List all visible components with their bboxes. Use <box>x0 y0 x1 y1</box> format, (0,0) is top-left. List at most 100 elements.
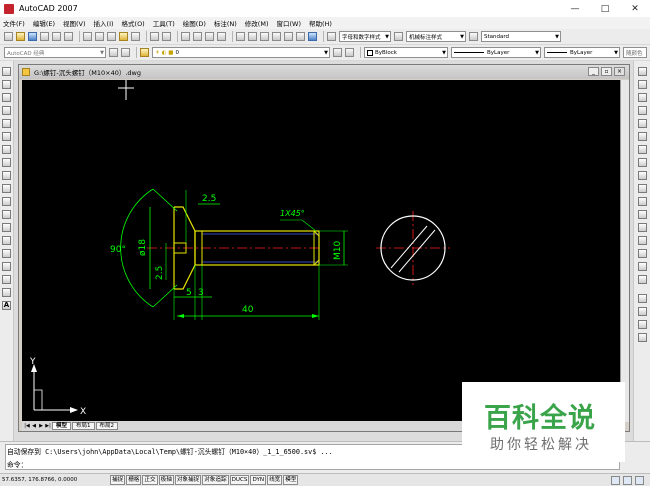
menu-insert[interactable]: 插入(I) <box>94 18 114 28</box>
drawing-vertical-scrollbar[interactable] <box>620 80 629 422</box>
osnap-toggle[interactable]: 对象捕捉 <box>174 475 202 485</box>
tab-model[interactable]: 模型 <box>52 422 72 430</box>
layer-tools-icon[interactable] <box>638 307 647 316</box>
menu-modify[interactable]: 修改(M) <box>245 18 269 28</box>
make-block-icon[interactable] <box>2 223 11 232</box>
sheet-set-icon[interactable] <box>272 32 281 41</box>
text-style-icon[interactable] <box>327 32 336 41</box>
dim-style-select[interactable]: 机械标注样式 ▼ <box>406 31 466 42</box>
print-preview-icon[interactable] <box>52 32 61 41</box>
stretch-icon[interactable] <box>638 171 647 180</box>
menu-tools[interactable]: 工具(T) <box>153 18 175 28</box>
pan-icon[interactable] <box>181 32 190 41</box>
join-icon[interactable] <box>638 236 647 245</box>
draw-order-icon[interactable] <box>638 294 647 303</box>
spline-icon[interactable] <box>2 171 11 180</box>
save-icon[interactable] <box>28 32 37 41</box>
explode-icon[interactable] <box>638 275 647 284</box>
menu-edit[interactable]: 编辑(E) <box>33 18 55 28</box>
ellipse-icon[interactable] <box>2 184 11 193</box>
block-editor-icon[interactable] <box>131 32 140 41</box>
menu-view[interactable]: 视图(V) <box>63 18 86 28</box>
menu-help[interactable]: 帮助(H) <box>309 18 332 28</box>
break-icon[interactable] <box>638 223 647 232</box>
trim-icon[interactable] <box>638 184 647 193</box>
make-layer-current-icon[interactable] <box>333 48 342 57</box>
revision-cloud-icon[interactable] <box>2 158 11 167</box>
menu-format[interactable]: 格式(O) <box>122 18 145 28</box>
layer-select[interactable]: ☀ ◐ ■ 0 ▼ <box>152 47 330 58</box>
polyline-icon[interactable] <box>2 93 11 102</box>
fillet-icon[interactable] <box>638 262 647 271</box>
menu-file[interactable]: 文件(F) <box>3 18 25 28</box>
line-icon[interactable] <box>2 67 11 76</box>
arc-icon[interactable] <box>2 132 11 141</box>
gradient-icon[interactable] <box>2 262 11 271</box>
ortho-toggle[interactable]: 正交 <box>142 475 158 485</box>
construction-line-icon[interactable] <box>2 80 11 89</box>
first-tab-icon[interactable]: |◀ <box>24 423 30 430</box>
drawing-restore-button[interactable]: ▫ <box>601 67 612 76</box>
grid-toggle[interactable]: 栅格 <box>126 475 142 485</box>
copy-icon[interactable] <box>95 32 104 41</box>
extend-icon[interactable] <box>638 197 647 206</box>
clip-icon[interactable] <box>638 333 647 342</box>
table-style-icon[interactable] <box>469 32 478 41</box>
array-icon[interactable] <box>638 119 647 128</box>
table-icon[interactable] <box>2 288 11 297</box>
model-space-canvas[interactable]: 90° ø18 2.5 2.5 5 3 40 M10 1X45° Y X <box>22 80 620 422</box>
menu-draw[interactable]: 绘图(D) <box>183 18 206 28</box>
workspace-select[interactable]: AutoCAD 经典 ▼ <box>4 47 106 58</box>
ducs-toggle[interactable]: DUCS <box>229 475 250 485</box>
undo-icon[interactable] <box>150 32 159 41</box>
polar-toggle[interactable]: 极轴 <box>158 475 174 485</box>
zoom-window-icon[interactable] <box>205 32 214 41</box>
drawing-close-button[interactable]: × <box>614 67 625 76</box>
tool-palettes-icon[interactable] <box>260 32 269 41</box>
open-icon[interactable] <box>16 32 25 41</box>
insert-block-icon[interactable] <box>2 210 11 219</box>
quickcalc-icon[interactable] <box>296 32 305 41</box>
tab-layout2[interactable]: 布局2 <box>95 422 119 430</box>
point-icon[interactable] <box>2 236 11 245</box>
workspace-settings-icon[interactable] <box>109 48 118 57</box>
clean-screen-icon[interactable] <box>635 476 644 485</box>
color-select[interactable]: ByBlock ▼ <box>364 47 448 58</box>
zoom-previous-icon[interactable] <box>217 32 226 41</box>
dim-style-icon[interactable] <box>394 32 403 41</box>
plot-style-select[interactable]: 随颜色 <box>623 47 647 58</box>
design-center-icon[interactable] <box>248 32 257 41</box>
viewport-icon[interactable] <box>638 320 647 329</box>
rotate-icon[interactable] <box>638 145 647 154</box>
model-toggle[interactable]: 模型 <box>283 475 299 485</box>
last-tab-icon[interactable]: ▶| <box>45 423 51 430</box>
lineweight-toggle[interactable]: 线宽 <box>267 475 283 485</box>
move-icon[interactable] <box>638 132 647 141</box>
linetype-select[interactable]: ByLayer ▼ <box>451 47 541 58</box>
scale-icon[interactable] <box>638 158 647 167</box>
command-prompt[interactable]: 命令： <box>7 459 27 469</box>
polygon-icon[interactable] <box>2 106 11 115</box>
workspace-save-icon[interactable] <box>121 48 130 57</box>
otrack-toggle[interactable]: 对象追踪 <box>202 475 229 485</box>
print-icon[interactable] <box>40 32 49 41</box>
chamfer-icon[interactable] <box>638 249 647 258</box>
mirror-icon[interactable] <box>638 93 647 102</box>
drawing-minimize-button[interactable]: _ <box>588 67 599 76</box>
zoom-realtime-icon[interactable] <box>193 32 202 41</box>
table-style-select[interactable]: Standard ▼ <box>481 31 561 42</box>
maximize-button[interactable]: □ <box>590 0 620 17</box>
snap-toggle[interactable]: 捕捉 <box>110 475 126 485</box>
break-at-point-icon[interactable] <box>638 210 647 219</box>
paste-icon[interactable] <box>107 32 116 41</box>
hatch-icon[interactable] <box>2 249 11 258</box>
menu-dimension[interactable]: 标注(N) <box>214 18 237 28</box>
new-icon[interactable] <box>4 32 13 41</box>
text-style-select[interactable]: 字母和数字样式 ▼ <box>339 31 391 42</box>
markup-icon[interactable] <box>284 32 293 41</box>
rectangle-icon[interactable] <box>2 119 11 128</box>
tab-layout1[interactable]: 布局1 <box>72 422 95 430</box>
communication-center-icon[interactable] <box>611 476 620 485</box>
next-tab-icon[interactable]: ▶ <box>38 423 44 430</box>
circle-icon[interactable] <box>2 145 11 154</box>
